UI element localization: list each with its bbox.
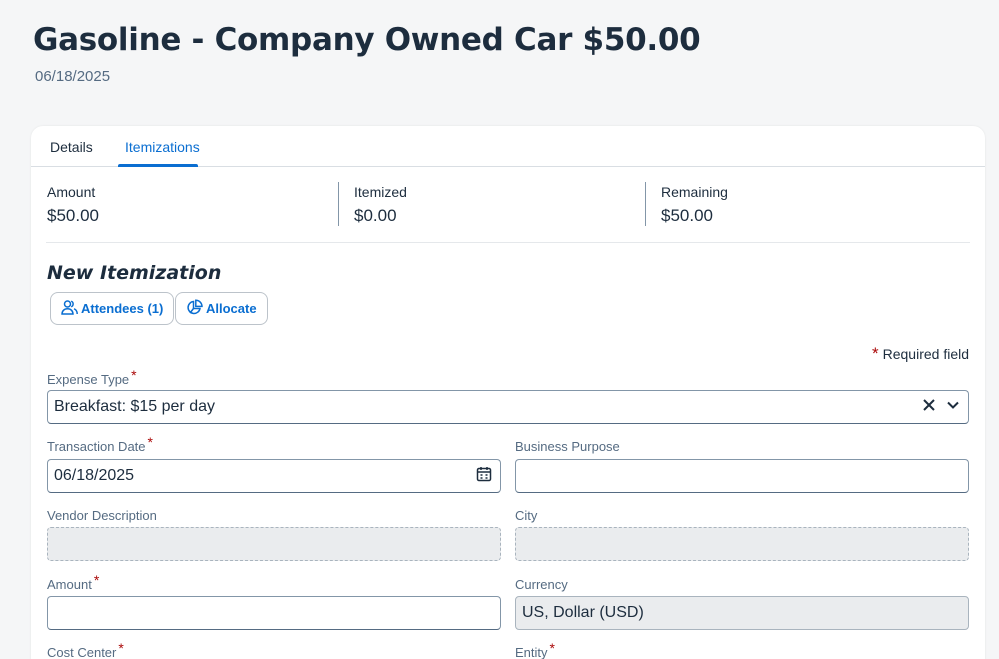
city-input [515,527,969,561]
amount-label-text: Amount [47,577,92,592]
transaction-date-value: 06/18/2025 [54,467,135,484]
allocate-button[interactable]: Allocate [175,292,268,325]
attendees-label: Attendees (1) [81,301,164,316]
entity-label: Entity * [515,640,555,659]
section-divider [46,242,970,243]
active-tab-indicator [118,164,198,167]
summary-divider [645,182,646,226]
summary-amount-value: $50.00 [47,206,99,225]
business-purpose-input[interactable] [515,459,969,493]
city-label: City [515,508,538,523]
required-field-note-text: Required field [882,346,969,362]
clear-icon[interactable] [922,398,936,417]
attendees-icon [61,299,81,319]
transaction-date-input[interactable]: 06/18/2025 [47,459,501,493]
summary-itemized-label: Itemized [354,184,407,200]
transaction-date-label-text: Transaction Date [47,439,146,454]
business-purpose-label: Business Purpose [515,439,620,454]
required-field-note: * Required field [871,344,969,363]
expense-type-select[interactable]: Breakfast: $15 per day [47,390,969,424]
summary-remaining: Remaining $50.00 [661,184,728,226]
page-date: 06/18/2025 [35,68,111,85]
summary-amount: Amount $50.00 [47,184,99,226]
expense-type-label: Expense Type * [47,367,137,387]
cost-center-label: Cost Center * [47,640,124,659]
section-title: New Itemization [47,262,222,284]
summary-remaining-label: Remaining [661,184,728,200]
tab-details[interactable]: Details [50,139,93,155]
attendees-button[interactable]: Attendees (1) [50,292,175,325]
tab-bar: Details Itemizations [31,126,985,167]
cost-center-label-text: Cost Center [47,645,117,659]
vendor-description-label: Vendor Description [47,508,157,523]
summary-remaining-value: $50.00 [661,206,713,225]
chevron-down-icon[interactable] [946,398,960,417]
currency-label: Currency [515,577,568,592]
summary-divider [338,182,339,226]
page-title: Gasoline - Company Owned Car $50.00 [33,22,701,58]
summary-amount-label: Amount [47,184,96,200]
amount-input[interactable] [47,596,501,630]
allocate-label: Allocate [206,301,257,316]
itemization-card: Details Itemizations Amount $50.00 Itemi… [31,126,985,659]
currency-value: US, Dollar (USD) [522,604,644,621]
transaction-date-label: Transaction Date * [47,434,153,454]
expense-type-value: Breakfast: $15 per day [54,398,215,415]
entity-label-text: Entity [515,645,548,659]
calendar-icon[interactable] [476,466,492,487]
currency-select: US, Dollar (USD) [515,596,969,630]
expense-type-label-text: Expense Type [47,372,130,387]
pie-chart-icon [186,298,206,319]
summary-itemized: Itemized $0.00 [354,184,407,226]
amount-label: Amount * [47,572,100,592]
summary-itemized-value: $0.00 [354,206,397,225]
vendor-description-input [47,527,501,561]
tab-itemizations[interactable]: Itemizations [125,139,200,155]
